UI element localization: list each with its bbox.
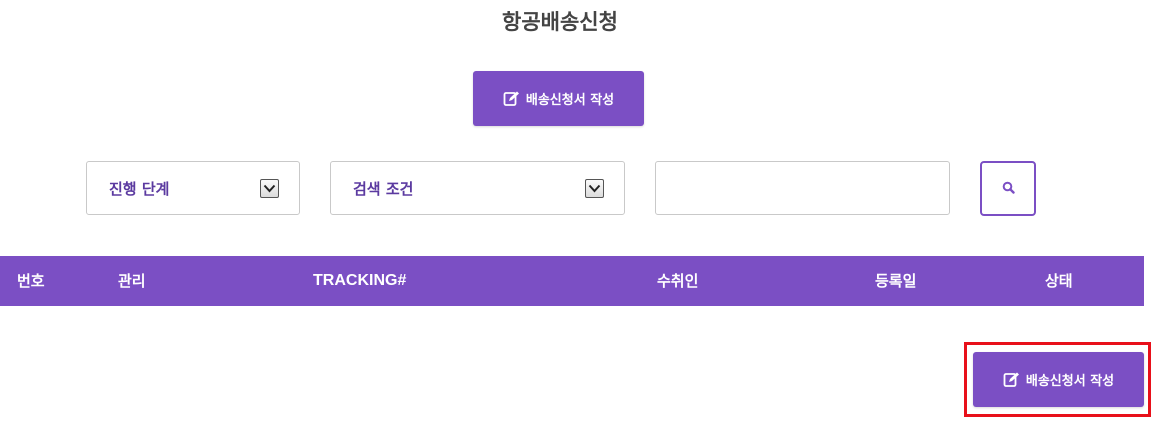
table-header: 번호 관리 TRACKING# 수취인 등록일 상태 bbox=[0, 256, 1144, 306]
search-icon bbox=[1002, 179, 1015, 198]
create-request-label: 배송신청서 작성 bbox=[1025, 374, 1115, 389]
column-header-manage: 관리 bbox=[118, 272, 146, 290]
page: 항공배송신청 배송신청서 작성 진행 단계 검색 조건 번호 관리 TRACKI… bbox=[0, 0, 1153, 428]
column-header-status: 상태 bbox=[1045, 272, 1073, 290]
column-header-tracking: TRACKING# bbox=[313, 272, 407, 289]
search-input[interactable] bbox=[655, 161, 950, 215]
edit-icon bbox=[1003, 371, 1020, 388]
condition-select[interactable]: 검색 조건 bbox=[330, 161, 625, 215]
create-request-button-bottom[interactable]: 배송신청서 작성 bbox=[973, 352, 1144, 407]
search-button[interactable] bbox=[980, 161, 1036, 216]
stage-select[interactable]: 진행 단계 bbox=[86, 161, 300, 215]
chevron-down-icon bbox=[585, 179, 604, 198]
create-request-button-top[interactable]: 배송신청서 작성 bbox=[473, 71, 644, 126]
stage-select-value: 진행 단계 bbox=[109, 179, 170, 198]
create-request-label: 배송신청서 작성 bbox=[525, 93, 615, 108]
column-header-date: 등록일 bbox=[875, 272, 917, 290]
condition-select-value: 검색 조건 bbox=[353, 179, 414, 198]
column-header-number: 번호 bbox=[17, 272, 45, 290]
page-title: 항공배송신청 bbox=[502, 10, 618, 34]
edit-icon bbox=[503, 90, 520, 107]
chevron-down-icon bbox=[260, 179, 279, 198]
column-header-receiver: 수취인 bbox=[657, 272, 699, 290]
